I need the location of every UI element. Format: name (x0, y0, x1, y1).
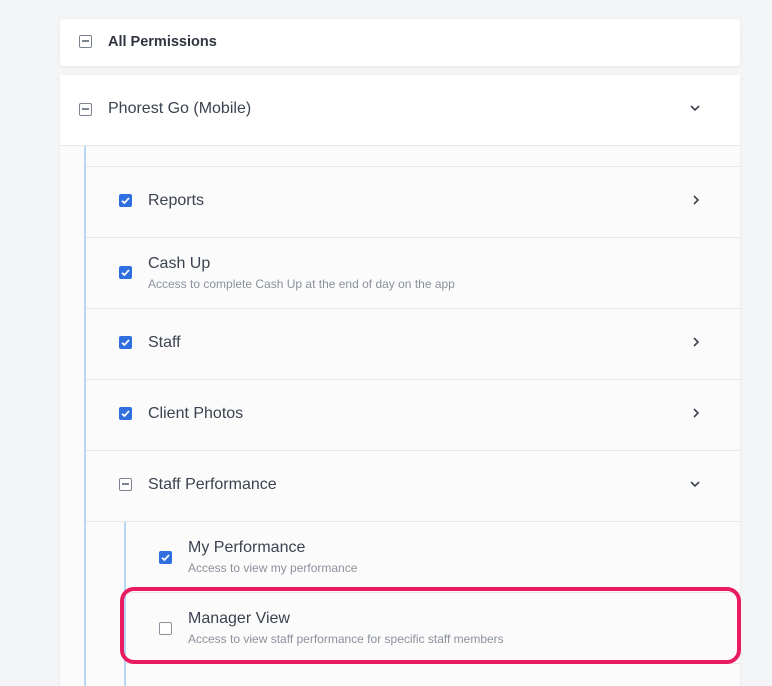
client-photos-label: Client Photos (148, 405, 244, 422)
my-performance-description: Access to view my performance (188, 561, 358, 575)
permission-row-client-photos[interactable]: Client Photos (60, 380, 740, 450)
all-permissions-label: All Permissions (108, 34, 217, 50)
permission-row-cash-up[interactable]: Cash Up Access to complete Cash Up at th… (60, 238, 740, 308)
my-performance-checkbox[interactable] (159, 551, 172, 564)
chevron-right-icon[interactable] (690, 194, 702, 206)
highlight-box (120, 587, 741, 664)
staff-checkbox[interactable] (119, 336, 132, 349)
client-photos-checkbox[interactable] (119, 407, 132, 420)
permission-row-my-performance[interactable]: My Performance Access to view my perform… (60, 522, 740, 592)
reports-label: Reports (148, 192, 205, 209)
chevron-down-icon[interactable] (689, 102, 701, 114)
chevron-down-icon[interactable] (689, 478, 701, 490)
chevron-right-icon[interactable] (690, 407, 702, 419)
chevron-right-icon[interactable] (690, 336, 702, 348)
staff-performance-checkbox[interactable] (119, 478, 132, 491)
staff-label: Staff (148, 334, 181, 351)
permission-row-staff-performance[interactable]: Staff Performance (60, 451, 740, 521)
reports-checkbox[interactable] (119, 194, 132, 207)
group-header[interactable]: Phorest Go (Mobile) (60, 75, 740, 145)
my-performance-label: My Performance (188, 539, 306, 556)
cash-up-label: Cash Up (148, 255, 211, 272)
group-checkbox[interactable] (79, 103, 92, 116)
cash-up-checkbox[interactable] (119, 266, 132, 279)
permission-row-staff[interactable]: Staff (60, 309, 740, 379)
divider (60, 145, 740, 146)
permission-row-reports[interactable]: Reports (60, 167, 740, 237)
all-permissions-checkbox[interactable] (79, 35, 92, 48)
staff-performance-label: Staff Performance (148, 476, 277, 493)
cash-up-description: Access to complete Cash Up at the end of… (148, 277, 455, 291)
group-label: Phorest Go (Mobile) (108, 100, 252, 117)
all-permissions-row[interactable]: All Permissions (60, 19, 740, 66)
